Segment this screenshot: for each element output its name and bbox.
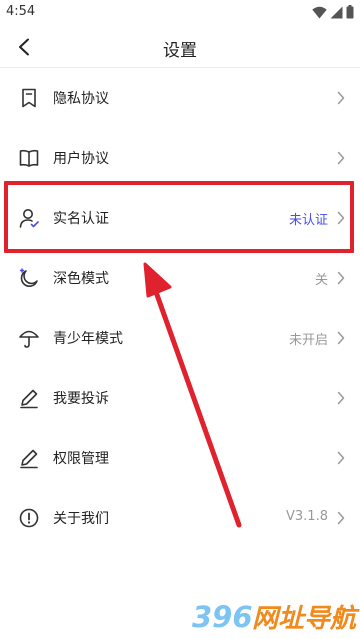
menu-item-user-agreement[interactable]: 用户协议	[0, 128, 360, 188]
menu-item-permissions[interactable]: 权限管理	[0, 428, 360, 488]
menu-item-label: 深色模式	[53, 271, 109, 287]
page-title: 设置	[163, 41, 197, 61]
highlight-box	[4, 181, 354, 253]
chevron-right-icon	[337, 331, 345, 345]
chevron-right-icon	[337, 151, 345, 165]
svg-text:396: 396	[192, 600, 253, 634]
svg-text:网址导航: 网址导航	[252, 604, 360, 634]
umbrella-icon	[19, 330, 39, 348]
chevron-right-icon	[337, 91, 345, 105]
menu-item-value: 关	[314, 273, 328, 288]
settings-list: 隐私协议 用户协议 实名认证 未认证 深色模式 关 青少年模式 未开启 我要投诉…	[0, 68, 360, 548]
battery-icon	[346, 5, 354, 19]
app-version: V3.1.8	[286, 509, 328, 524]
moon-icon	[19, 268, 38, 287]
watermark-logo: 396 网址导航	[192, 600, 360, 634]
nav-bar: 设置	[0, 26, 360, 68]
menu-item-value: 未开启	[288, 333, 328, 348]
status-icons	[312, 5, 354, 19]
info-icon	[19, 508, 39, 528]
bookmark-icon	[22, 88, 36, 108]
pencil-icon	[20, 389, 38, 409]
signal-icon	[330, 6, 343, 18]
menu-item-label: 青少年模式	[53, 331, 123, 347]
book-icon	[19, 149, 39, 167]
chevron-right-icon	[337, 511, 345, 525]
menu-item-privacy[interactable]: 隐私协议	[0, 68, 360, 128]
menu-item-label: 关于我们	[53, 511, 109, 527]
wifi-icon	[312, 6, 327, 18]
chevron-right-icon	[337, 451, 345, 465]
menu-item-label: 隐私协议	[53, 91, 109, 107]
menu-item-teen-mode[interactable]: 青少年模式 未开启	[0, 308, 360, 368]
chevron-right-icon	[337, 271, 345, 285]
pencil-icon	[20, 449, 38, 469]
chevron-right-icon	[337, 391, 345, 405]
menu-item-complaint[interactable]: 我要投诉	[0, 368, 360, 428]
menu-item-label: 我要投诉	[53, 391, 109, 407]
menu-item-label: 用户协议	[53, 151, 109, 167]
status-time: 4:54	[6, 4, 36, 19]
menu-item-dark-mode[interactable]: 深色模式 关	[0, 248, 360, 308]
menu-item-about[interactable]: 关于我们 V3.1.8	[0, 488, 360, 548]
menu-item-label: 权限管理	[53, 451, 109, 467]
status-bar: 4:54	[0, 0, 360, 26]
